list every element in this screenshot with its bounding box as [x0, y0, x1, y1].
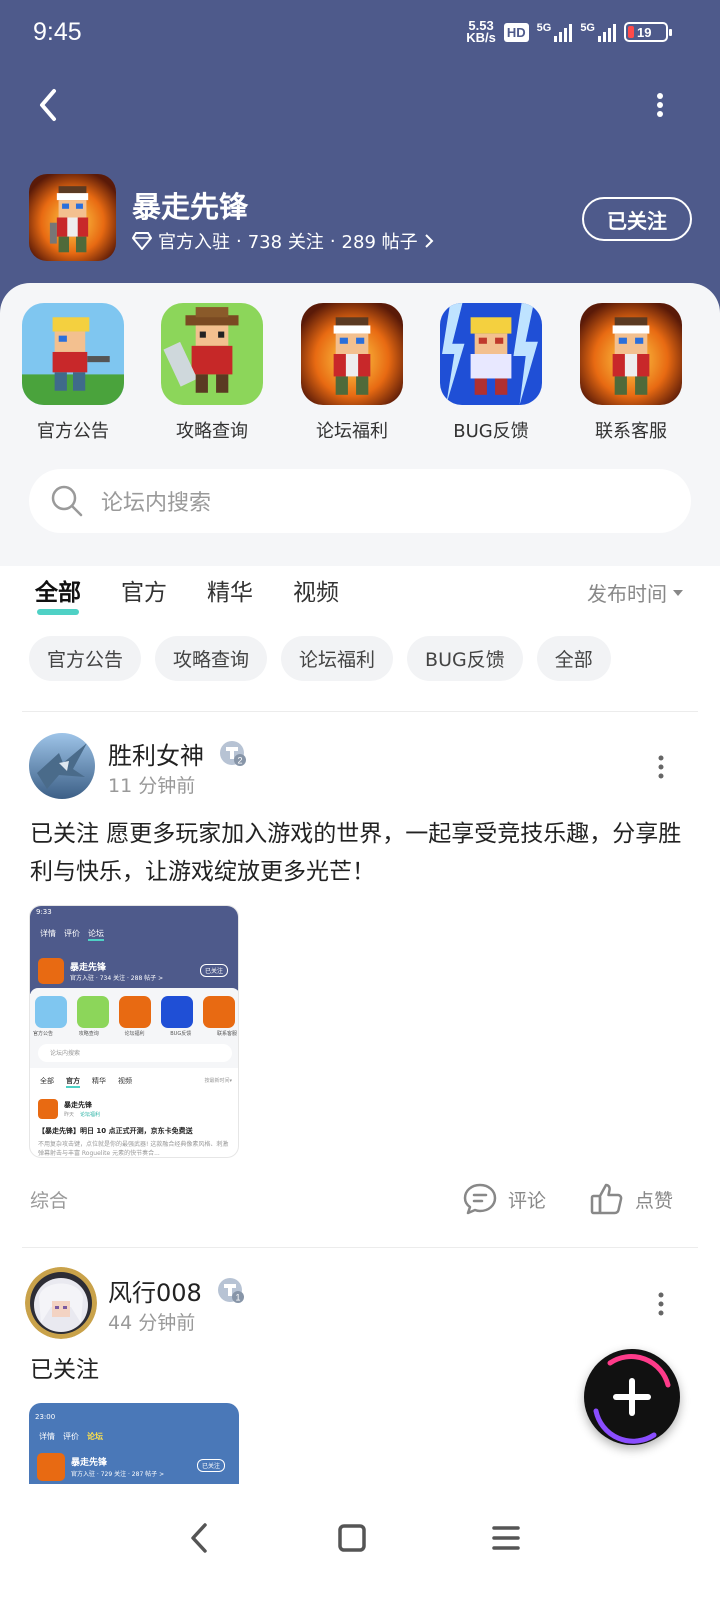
hero-blonde-gun-icon	[22, 303, 124, 405]
status-indicators: 5.53 KB/s HD 5G 5G 19	[466, 18, 672, 45]
quick-link-guides[interactable]: 攻略查询	[157, 303, 267, 443]
hero-headband-icon	[301, 303, 403, 405]
avatar[interactable]	[25, 1267, 97, 1339]
avatar[interactable]	[29, 733, 95, 799]
quick-link-bug-report[interactable]: BUG反馈	[436, 303, 546, 443]
level-badge-icon: 2	[220, 741, 246, 766]
nav-home-button[interactable]	[322, 1508, 382, 1568]
tab-featured[interactable]: 精华	[207, 573, 253, 607]
followers-count: 738 关注	[247, 232, 324, 253]
forum-search-input[interactable]: 论坛内搜索	[29, 469, 691, 533]
more-options-button[interactable]	[648, 88, 672, 122]
forum-stats-link[interactable]: 官方入驻 · 738 关注 · 289 帖子	[132, 228, 434, 254]
post-image[interactable]: 23:00 详情 评价 论坛 暴走先锋 官方入驻 · 729 关注 · 287 …	[29, 1403, 239, 1484]
hero-headband-icon	[29, 174, 116, 261]
new-post-button[interactable]	[584, 1349, 680, 1445]
chip-rewards[interactable]: 论坛福利	[281, 636, 394, 681]
comment-button[interactable]: 评论	[462, 1181, 546, 1217]
hd-voice-icon: HD	[503, 22, 529, 42]
hero-blonde-lightning-icon	[440, 303, 542, 405]
chip-all[interactable]: 全部	[536, 636, 611, 681]
quick-link-label: 论坛福利	[316, 421, 388, 442]
thumbs-up-icon	[590, 1183, 623, 1215]
quick-link-label: BUG反馈	[453, 421, 529, 442]
hero-cowboy-sword-icon	[161, 303, 263, 405]
quick-link-rewards[interactable]: 论坛福利	[297, 303, 407, 443]
like-button[interactable]: 点赞	[589, 1181, 673, 1217]
quick-link-label: 官方公告	[37, 421, 109, 442]
net-speed: 5.53 KB/s	[466, 18, 496, 45]
divider	[22, 711, 698, 712]
chip-bug-report[interactable]: BUG反馈	[407, 636, 523, 681]
quick-link-label: 攻略查询	[176, 421, 248, 442]
nav-back-icon	[191, 1523, 207, 1553]
quick-link-label: 联系客服	[595, 421, 667, 442]
post-time: 11 分钟前	[108, 775, 196, 797]
nav-menu-icon	[492, 1526, 520, 1550]
post-more-button[interactable]	[651, 752, 671, 782]
diamond-icon	[132, 232, 152, 250]
back-button[interactable]	[30, 85, 70, 125]
plus-icon	[593, 1354, 671, 1444]
divider	[22, 1247, 698, 1248]
post-text[interactable]: 已关注 愿更多玩家加入游戏的世界，一起享受竞技乐趣，分享胜利与快乐，让游戏绽放更…	[30, 815, 690, 891]
category-chips: 官方公告 攻略查询 论坛福利 BUG反馈 全部	[29, 636, 611, 681]
tab-video[interactable]: 视频	[293, 573, 339, 607]
official-label: 官方入驻	[158, 232, 230, 253]
game-icon	[29, 174, 116, 261]
nav-home-icon	[338, 1524, 366, 1552]
more-vertical-icon	[658, 755, 664, 779]
post-image[interactable]: 9:33 详情 评价 论坛 暴走先锋 官方入驻 · 734 关注 · 288 帖…	[29, 905, 239, 1158]
signal-icon: 5G	[537, 22, 573, 42]
tab-all[interactable]: 全部	[35, 573, 81, 615]
comment-icon	[463, 1183, 497, 1215]
game-icon	[38, 958, 64, 984]
chip-guides[interactable]: 攻略查询	[155, 636, 268, 681]
like-label: 点赞	[635, 1189, 674, 1212]
forum-title: 暴走先锋	[132, 190, 249, 224]
system-nav-bar	[0, 1484, 720, 1600]
search-placeholder: 论坛内搜索	[101, 491, 212, 516]
post-time: 44 分钟前	[108, 1312, 196, 1334]
post-author[interactable]: 风行008	[108, 1273, 202, 1308]
tab-official[interactable]: 官方	[121, 573, 167, 607]
chip-announcements[interactable]: 官方公告	[29, 636, 142, 681]
signal-icon-2: 5G	[580, 22, 616, 42]
status-time: 9:45	[33, 18, 82, 46]
dragon-avatar-icon	[29, 733, 95, 799]
posts-count: 289 帖子	[341, 232, 418, 253]
comment-label: 评论	[508, 1189, 547, 1212]
nav-menu-button[interactable]	[476, 1508, 536, 1568]
post-more-button[interactable]	[651, 1289, 671, 1319]
chevron-left-icon	[40, 89, 56, 121]
status-bar: 9:45 5.53 KB/s HD 5G 5G 19	[0, 0, 720, 70]
quick-link-support[interactable]: 联系客服	[576, 303, 686, 443]
follow-button[interactable]: 已关注	[582, 197, 692, 241]
post-author[interactable]: 胜利女神	[108, 736, 204, 771]
chevron-right-icon	[424, 234, 434, 248]
feed-tabs: 全部 官方 精华 视频	[35, 573, 339, 615]
battery-icon: 19	[624, 22, 672, 42]
svg-text:1: 1	[235, 1293, 240, 1303]
hero-headband-icon	[580, 303, 682, 405]
quick-link-announcements[interactable]: 官方公告	[18, 303, 128, 443]
post-category[interactable]: 综合	[30, 1186, 68, 1213]
game-icon	[37, 1453, 65, 1481]
svg-text:2: 2	[237, 756, 242, 766]
nav-back-button[interactable]	[170, 1508, 230, 1568]
more-vertical-icon	[657, 93, 663, 117]
sort-dropdown[interactable]: 发布时间	[587, 578, 683, 607]
anime-character-avatar-icon	[25, 1267, 97, 1339]
search-icon	[51, 485, 83, 517]
more-vertical-icon	[658, 1292, 664, 1316]
level-badge-icon: 1	[218, 1278, 244, 1303]
